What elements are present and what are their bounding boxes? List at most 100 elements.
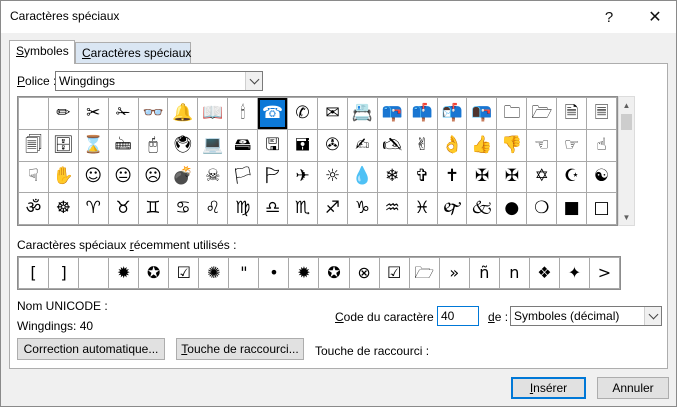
symbol-cell[interactable]: 🖮: [108, 129, 138, 161]
recent-symbol-cell[interactable]: ✹: [109, 258, 139, 288]
symbol-cell[interactable]: 🖲: [168, 129, 198, 161]
symbol-cell-selected[interactable]: ☎: [258, 98, 288, 129]
symbol-cell[interactable]: 🗀: [497, 98, 527, 129]
recent-symbol-cell[interactable]: ✪: [139, 258, 169, 288]
recent-symbol-cell[interactable]: n: [499, 258, 529, 288]
recent-symbol-cell[interactable]: ✺: [199, 258, 229, 288]
symbol-cell[interactable]: ✈: [288, 161, 317, 193]
symbol-cell[interactable]: ❄: [377, 161, 407, 193]
symbol-cell[interactable]: 🖫: [258, 129, 288, 161]
symbol-cell[interactable]: 💣: [168, 161, 198, 193]
symbol-cell[interactable]: ✡: [527, 161, 557, 193]
char-code-input[interactable]: 40: [437, 306, 479, 326]
symbol-cell[interactable]: 🙰: [437, 193, 467, 224]
symbol-cell[interactable]: ⌛: [78, 129, 108, 161]
shortcut-key-button[interactable]: Touche de raccourci...: [176, 338, 304, 360]
symbol-cell[interactable]: ♍: [228, 193, 258, 224]
symbol-cell[interactable]: 📫: [407, 98, 437, 129]
symbol-cell[interactable]: 📖: [198, 98, 228, 129]
symbol-cell[interactable]: ✞: [407, 161, 437, 193]
symbol-cell[interactable]: 📪: [377, 98, 407, 129]
recent-symbol-cell[interactable]: ✦: [559, 258, 589, 288]
symbol-cell[interactable]: 🗎: [557, 98, 587, 129]
recent-symbol-cell[interactable]: »: [439, 258, 469, 288]
symbol-cell[interactable]: ☹: [138, 161, 168, 193]
chevron-down-icon[interactable]: [644, 307, 661, 325]
recent-symbol-cell[interactable]: ✹: [289, 258, 319, 288]
recent-symbol-cell[interactable]: ": [229, 258, 259, 288]
symbol-cell[interactable]: 🏱: [258, 161, 288, 193]
autocorrect-button[interactable]: Correction automatique...: [17, 338, 165, 360]
symbol-cell[interactable]: 💧: [347, 161, 377, 193]
symbol-cell[interactable]: ♑: [347, 193, 377, 224]
symbol-cell[interactable]: ☟: [19, 161, 48, 193]
symbol-cell[interactable]: ✠: [467, 161, 497, 193]
symbol-cell[interactable]: 🙵: [467, 193, 497, 224]
encoding-select[interactable]: Symboles (décimal): [510, 306, 662, 326]
symbol-cell[interactable]: 🖎: [377, 129, 407, 161]
symbol-cell[interactable]: ♊: [138, 193, 168, 224]
symbol-cell[interactable]: 🗏: [587, 98, 616, 129]
symbol-cell[interactable]: 📇: [347, 98, 377, 129]
scroll-down-icon[interactable]: ▼: [619, 209, 634, 225]
symbol-cell[interactable]: ✂: [78, 98, 108, 129]
symbol-cell[interactable]: 👍: [467, 129, 497, 161]
symbol-cell[interactable]: [19, 98, 48, 129]
recent-symbol-cell[interactable]: [79, 258, 109, 288]
recent-symbol-cell[interactable]: ⊗: [349, 258, 379, 288]
symbol-cell[interactable]: 📬: [437, 98, 467, 129]
symbol-cell[interactable]: 🗐: [19, 129, 48, 161]
symbol-cell[interactable]: ❍: [527, 193, 557, 224]
recent-symbol-cell[interactable]: >: [589, 258, 619, 288]
symbol-cell[interactable]: ♌: [198, 193, 228, 224]
symbol-cell[interactable]: ✏: [48, 98, 78, 129]
symbol-cell[interactable]: 👎: [497, 129, 527, 161]
symbol-cell[interactable]: ☼: [317, 161, 347, 193]
insert-button[interactable]: Insérer: [511, 377, 586, 399]
symbol-cell[interactable]: ♒: [377, 193, 407, 224]
symbol-cell[interactable]: 🖬: [288, 129, 317, 161]
symbol-cell[interactable]: ♐: [317, 193, 347, 224]
help-button[interactable]: ?: [588, 1, 630, 33]
symbol-cell[interactable]: ☸: [48, 193, 78, 224]
symbol-cell[interactable]: 💻: [198, 129, 228, 161]
symbol-cell[interactable]: ☯: [587, 161, 616, 193]
recent-symbol-cell[interactable]: ❖: [529, 258, 559, 288]
symbol-cell[interactable]: 🖰: [138, 129, 168, 161]
symbol-cell[interactable]: ✆: [288, 98, 317, 129]
symbol-cell[interactable]: ✠: [497, 161, 527, 193]
recent-symbol-cell[interactable]: ✪: [319, 258, 349, 288]
tab-special-characters[interactable]: Caractères spéciaux: [75, 42, 191, 63]
symbol-cell[interactable]: ✝: [437, 161, 467, 193]
symbol-cell[interactable]: ✋: [48, 161, 78, 193]
recent-symbol-cell[interactable]: [: [19, 258, 49, 288]
symbol-grid-scrollbar[interactable]: ▲ ▼: [618, 96, 635, 226]
scroll-thumb[interactable]: [621, 114, 632, 130]
symbol-cell[interactable]: 🖴: [228, 129, 258, 161]
symbol-cell[interactable]: ■: [557, 193, 587, 224]
symbol-cell[interactable]: 😐: [108, 161, 138, 193]
symbol-cell[interactable]: ☜: [527, 129, 557, 161]
symbol-cell[interactable]: 🗄: [48, 129, 78, 161]
chevron-down-icon[interactable]: [245, 72, 262, 90]
close-button[interactable]: ✕: [634, 1, 676, 33]
symbol-cell[interactable]: ✉: [317, 98, 347, 129]
symbol-cell[interactable]: ♉: [108, 193, 138, 224]
recent-symbol-cell[interactable]: ñ: [469, 258, 499, 288]
recent-symbol-cell[interactable]: •: [259, 258, 289, 288]
font-select[interactable]: Wingdings: [55, 71, 263, 91]
symbol-cell[interactable]: ♓: [407, 193, 437, 224]
symbol-cell[interactable]: ☪: [557, 161, 587, 193]
symbol-cell[interactable]: ♎: [258, 193, 288, 224]
scroll-up-icon[interactable]: ▲: [619, 97, 634, 113]
symbol-cell[interactable]: ✌: [407, 129, 437, 161]
recent-symbol-cell[interactable]: ☑: [169, 258, 199, 288]
symbol-cell[interactable]: 📭: [467, 98, 497, 129]
symbol-cell[interactable]: ♏: [288, 193, 317, 224]
symbol-cell[interactable]: ☠: [198, 161, 228, 193]
recent-symbol-cell[interactable]: 🗁: [409, 258, 439, 288]
recent-symbol-cell[interactable]: ☑: [379, 258, 409, 288]
symbol-cell[interactable]: ♋: [168, 193, 198, 224]
symbol-cell[interactable]: 👓: [138, 98, 168, 129]
symbol-cell[interactable]: ♈: [78, 193, 108, 224]
